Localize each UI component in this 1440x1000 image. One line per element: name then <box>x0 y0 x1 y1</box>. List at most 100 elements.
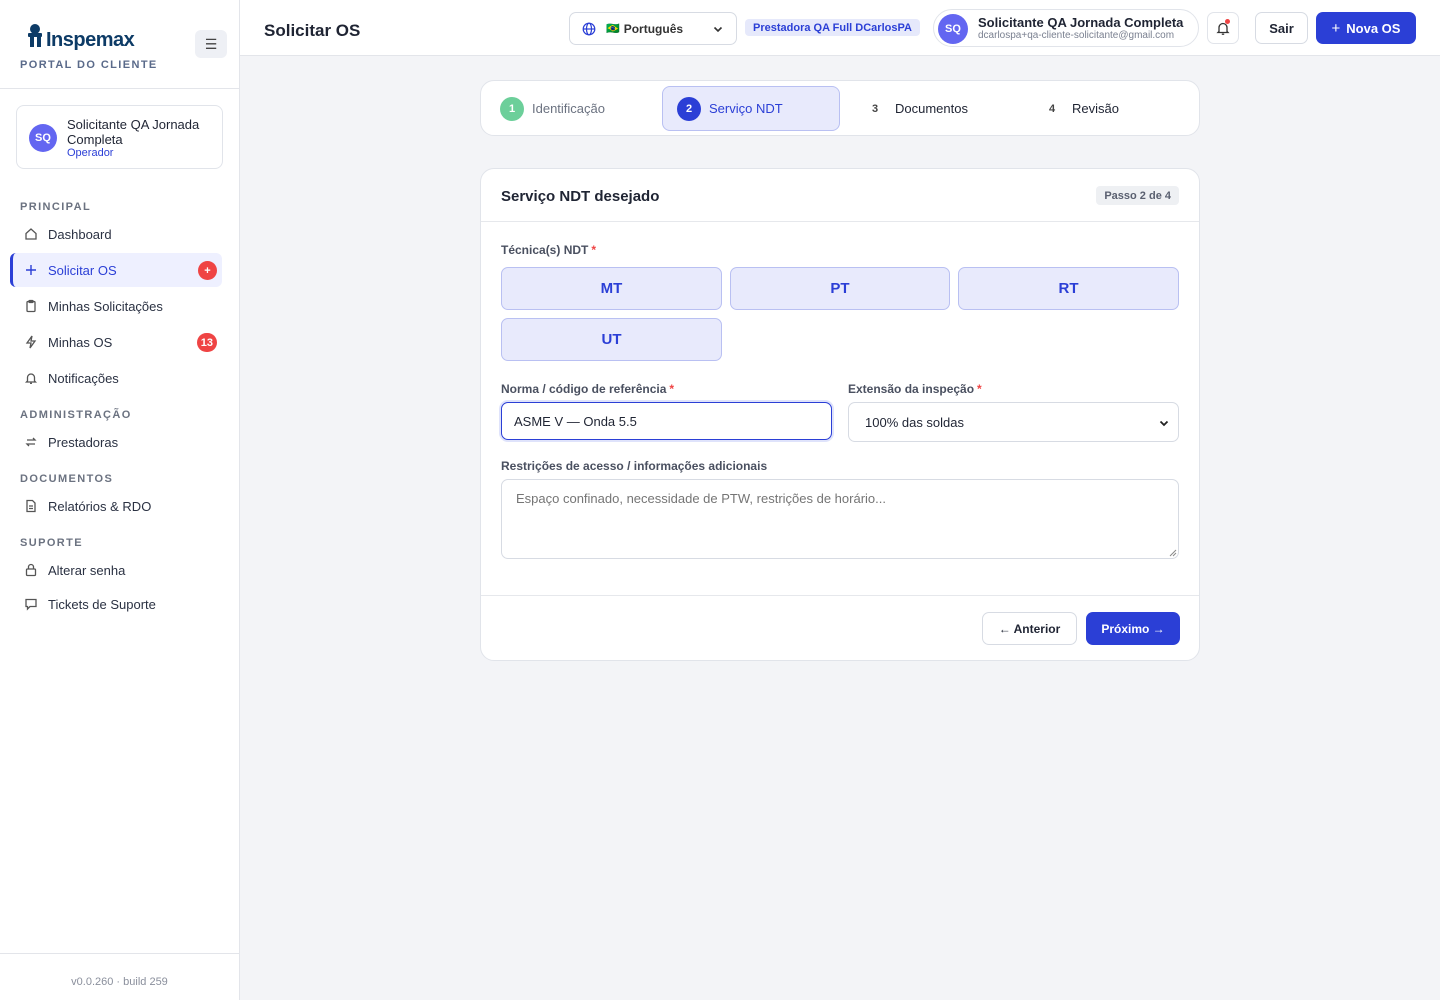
step-number: 3 <box>871 102 879 115</box>
plus-icon: + <box>1331 19 1341 37</box>
chevron-down-icon <box>713 26 723 33</box>
extensao-select[interactable]: 100% das soldas <box>848 402 1179 442</box>
header-user-chip[interactable]: SQ Solicitante QA Jornada Completa dcarl… <box>933 9 1199 47</box>
divider <box>481 221 1199 222</box>
sidebar-item-minhas-solicitacoes[interactable]: Minhas Solicitações <box>10 289 222 323</box>
nav-section-documentos: DOCUMENTOS <box>20 473 114 485</box>
sidebar-user-role: Operador <box>67 147 114 159</box>
norma-label-text: Norma / código de referência <box>501 382 667 396</box>
step-documentos[interactable]: 3 Documentos <box>849 86 1027 131</box>
sidebar-item-notificacoes[interactable]: Notificações <box>10 361 222 395</box>
previous-button[interactable]: ← Anterior <box>982 612 1077 645</box>
step-label: Identificação <box>532 101 605 116</box>
globe-icon <box>582 22 596 35</box>
next-button[interactable]: Próximo → <box>1086 612 1180 645</box>
step-identificacao[interactable]: 1 Identificação <box>486 86 664 131</box>
card-title: Serviço NDT desejado <box>501 188 660 205</box>
page-title: Solicitar OS <box>264 21 361 40</box>
sidebar-item-solicitar-os[interactable]: Solicitar OS + <box>10 253 222 287</box>
step-indicator-badge: Passo 2 de 4 <box>1096 186 1179 205</box>
sidebar-toggle-button[interactable]: ☰ <box>195 30 227 58</box>
notifications-button[interactable] <box>1207 12 1239 44</box>
sidebar-item-tickets[interactable]: Tickets de Suporte <box>10 587 222 621</box>
required-mark: * <box>669 382 675 396</box>
sidebar-item-minhas-os[interactable]: Minhas OS 13 <box>10 325 222 359</box>
lock-icon <box>24 563 38 577</box>
step-label: Serviço NDT <box>709 101 783 116</box>
sidebar-item-label: Minhas Solicitações <box>48 298 163 314</box>
home-icon <box>24 227 38 241</box>
divider <box>481 595 1199 596</box>
new-os-button[interactable]: + Nova OS <box>1316 12 1416 44</box>
hamburger-icon: ☰ <box>204 35 218 52</box>
nav-section-suporte: SUPORTE <box>20 537 83 549</box>
sidebar-item-label: Notificações <box>48 370 119 386</box>
flag-icon: 🇧🇷 <box>606 23 620 35</box>
step-servico-ndt[interactable]: 2 Serviço NDT <box>662 86 840 131</box>
tenant-badge: Prestadora QA Full DCarlosPA <box>745 19 920 36</box>
brand-subtitle: PORTAL DO CLIENTE <box>20 59 158 71</box>
required-mark: * <box>591 243 597 257</box>
sidebar-item-label: Tickets de Suporte <box>48 596 156 612</box>
sidebar-item-label: Minhas OS <box>48 334 113 350</box>
wizard-stepper: 1 Identificação 2 Serviço NDT 3 Document… <box>480 80 1200 136</box>
sidebar: Inspemax PORTAL DO CLIENTE ☰ SQ Solicita… <box>0 0 240 1000</box>
extensao-label-text: Extensão da inspeção <box>848 382 975 396</box>
header-user-name: Solicitante QA Jornada Completa <box>978 15 1184 30</box>
technique-mt-toggle[interactable]: MT <box>501 267 722 310</box>
techniques-label: Técnica(s) NDT * <box>501 243 596 257</box>
logout-button[interactable]: Sair <box>1255 12 1308 44</box>
technique-rt-toggle[interactable]: RT <box>958 267 1179 310</box>
technique-ut-toggle[interactable]: UT <box>501 318 722 361</box>
step-label: Revisão <box>1072 101 1119 116</box>
new-badge: + <box>198 261 217 280</box>
language-select[interactable]: 🇧🇷 Português <box>569 12 737 45</box>
norma-label: Norma / código de referência * <box>501 382 674 396</box>
top-header: Solicitar OS 🇧🇷 Português Prestadora QA … <box>240 0 1440 56</box>
sidebar-item-prestadoras[interactable]: Prestadoras <box>10 425 222 459</box>
restricoes-textarea[interactable] <box>501 479 1179 559</box>
sidebar-item-dashboard[interactable]: Dashboard <box>10 217 222 251</box>
sidebar-item-label: Relatórios & RDO <box>48 498 152 514</box>
technique-pt-toggle[interactable]: PT <box>730 267 950 310</box>
step-number: 4 <box>1048 102 1056 115</box>
nav-section-principal: PRINCIPAL <box>20 201 92 213</box>
bell-icon <box>24 371 38 385</box>
swap-icon <box>24 435 38 449</box>
chevron-down-icon <box>1159 420 1169 427</box>
sidebar-item-label: Dashboard <box>48 226 112 242</box>
step-label: Documentos <box>895 101 968 116</box>
avatar: SQ <box>29 124 57 152</box>
lightning-icon <box>24 335 38 349</box>
required-mark: * <box>977 382 982 396</box>
sidebar-item-relatorios[interactable]: Relatórios & RDO <box>10 489 222 523</box>
brand-logo-icon <box>28 24 42 47</box>
step-revisao[interactable]: 4 Revisão <box>1026 86 1204 131</box>
nav-section-administracao: ADMINISTRAÇÃO <box>20 409 132 421</box>
sidebar-item-alterar-senha[interactable]: Alterar senha <box>10 553 222 587</box>
norma-input[interactable] <box>501 402 832 440</box>
notification-dot <box>1225 19 1230 24</box>
sidebar-user-card: SQ Solicitante QA Jornada Completa Opera… <box>16 105 223 169</box>
new-os-label: Nova OS <box>1346 20 1401 36</box>
chat-icon <box>24 597 38 611</box>
extensao-label: Extensão da inspeção * <box>848 382 982 396</box>
document-icon <box>24 499 38 513</box>
count-badge: 13 <box>196 333 217 352</box>
divider <box>0 953 239 954</box>
brand-name: Inspemax <box>46 29 135 51</box>
step-number: 2 <box>677 96 701 121</box>
clipboard-icon <box>24 299 38 313</box>
avatar: SQ <box>938 14 968 44</box>
sidebar-item-label: Prestadoras <box>48 434 119 450</box>
techniques-label-text: Técnica(s) NDT <box>501 243 589 257</box>
step-number: 1 <box>500 96 524 121</box>
service-form-card: Serviço NDT desejado Passo 2 de 4 Técnic… <box>480 168 1200 661</box>
plus-icon <box>24 263 38 277</box>
sidebar-item-label: Alterar senha <box>48 562 126 578</box>
resize-handle-icon[interactable] <box>1169 549 1177 557</box>
extensao-selected-value: 100% das soldas <box>865 414 965 430</box>
brand: Inspemax PORTAL DO CLIENTE <box>20 22 220 72</box>
version-label: v0.0.260 · build 259 <box>71 976 168 988</box>
language-label: Português <box>623 21 684 36</box>
